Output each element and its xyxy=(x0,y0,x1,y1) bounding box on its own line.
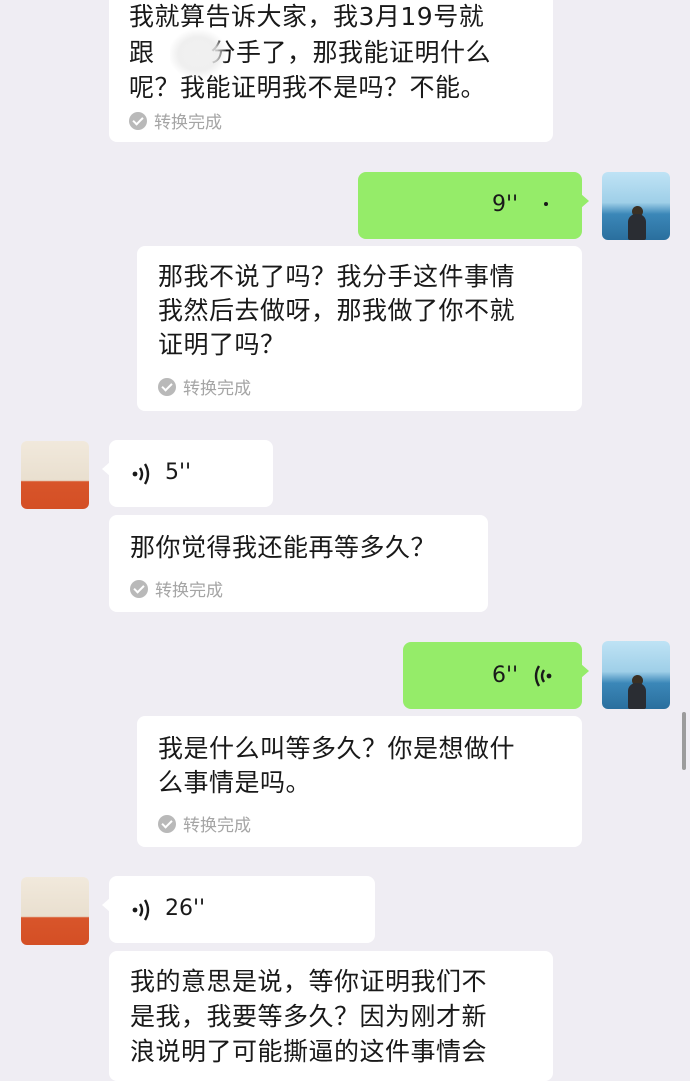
transcript-text: 浪说明了可能撕逼的这件事情会 xyxy=(130,1037,488,1066)
voice-message-other[interactable]: 5'' xyxy=(102,440,273,507)
voice-message-self[interactable]: 6'' xyxy=(403,642,589,709)
transcript-card-3: 那你觉得我还能再等多久？ 转换完成 xyxy=(109,515,488,612)
voice-duration: 6'' xyxy=(492,663,519,688)
avatar-contact[interactable] xyxy=(21,877,89,945)
transcript-text: 我就算告诉大家，我3月19号就 xyxy=(129,2,485,31)
transcript-text: 是我，我要等多久？因为刚才新 xyxy=(130,1002,488,1031)
check-circle-icon xyxy=(158,377,176,396)
transcript-text: 我然后去做呀，那我做了你不就 xyxy=(158,296,516,325)
check-circle-icon xyxy=(158,814,176,833)
transcript-text: 那你觉得我还能再等多久？ xyxy=(130,533,437,562)
conversion-status: 转换完成 xyxy=(158,811,251,836)
check-circle-icon xyxy=(130,579,148,598)
voice-wave-icon xyxy=(544,202,548,206)
voice-duration: 26'' xyxy=(165,896,206,921)
voice-wave-icon xyxy=(534,665,552,687)
voice-wave-icon xyxy=(132,899,150,921)
avatar-self[interactable] xyxy=(602,641,670,709)
check-circle-icon xyxy=(129,111,147,130)
voice-duration: 9'' xyxy=(492,192,519,217)
voice-message-self[interactable]: 9'' xyxy=(358,172,589,239)
transcript-text: 我的意思是说，等你证明我们不 xyxy=(130,967,488,996)
scrollbar[interactable] xyxy=(682,712,686,770)
conversion-status: 转换完成 xyxy=(158,374,251,399)
transcript-card-5: 我的意思是说，等你证明我们不 是我，我要等多久？因为刚才新 浪说明了可能撕逼的这… xyxy=(109,951,553,1081)
voice-duration: 5'' xyxy=(165,460,192,485)
avatar-self[interactable] xyxy=(602,172,670,240)
transcript-text: 证明了吗？ xyxy=(158,330,286,359)
transcript-text: 那我不说了吗？我分手这件事情 xyxy=(158,262,516,291)
voice-wave-icon xyxy=(132,463,150,485)
transcript-text: 我是什么叫等多久？你是想做什 xyxy=(158,734,516,763)
transcript-card-4: 我是什么叫等多久？你是想做什 么事情是吗。 转换完成 xyxy=(137,716,582,847)
avatar-contact[interactable] xyxy=(21,441,89,509)
transcript-text: 么事情是吗。 xyxy=(158,768,312,797)
conversion-status: 转换完成 xyxy=(129,108,222,133)
voice-message-other[interactable]: 26'' xyxy=(102,876,375,943)
conversion-status: 转换完成 xyxy=(130,576,223,601)
redaction-blur xyxy=(170,30,226,78)
transcript-card-2: 那我不说了吗？我分手这件事情 我然后去做呀，那我做了你不就 证明了吗？ 转换完成 xyxy=(137,246,582,411)
